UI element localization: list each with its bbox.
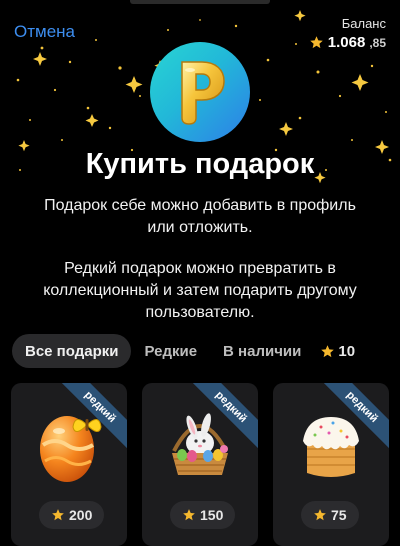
gift-price: 75 <box>301 501 359 529</box>
gift-price-value: 75 <box>331 507 347 523</box>
gift-card-easter-cake[interactable]: редкий 75 <box>273 383 389 546</box>
balloon-p-icon <box>181 61 225 125</box>
top-bar <box>0 0 400 10</box>
gift-price: 200 <box>39 501 105 529</box>
balance-decimal: ,85 <box>369 35 386 50</box>
page-title: Купить подарок <box>85 148 315 180</box>
sheet-handle[interactable] <box>130 0 270 4</box>
gift-filter-tabs: Все подарки Редкие В наличии 10 <box>12 334 355 368</box>
gift-card-easter-egg[interactable]: редкий 200 <box>11 383 127 546</box>
gift-price-value: 150 <box>200 507 224 523</box>
balance-label: Баланс <box>341 16 386 31</box>
gift-card-bunny-basket[interactable]: редкий 150 <box>142 383 258 546</box>
premium-p-logo <box>150 42 250 142</box>
balance-amount: 1.068 <box>327 34 366 51</box>
star-icon <box>321 344 335 357</box>
balance-panel: Баланс 1.068,85 <box>309 16 386 51</box>
easter-egg-icon <box>40 416 102 482</box>
easter-cake-icon <box>303 417 359 477</box>
tab-all-gifts[interactable]: Все подарки <box>12 334 132 368</box>
tab-rare[interactable]: Редкие <box>131 334 210 368</box>
gift-price-value: 200 <box>69 507 93 523</box>
star-icon <box>52 509 64 521</box>
bunny-basket-icon <box>172 413 228 475</box>
tab-stars-count: 10 <box>338 342 356 360</box>
gift-price: 150 <box>170 501 236 529</box>
tab-in-stock[interactable]: В наличии <box>210 334 314 368</box>
star-icon <box>183 509 195 521</box>
cancel-button[interactable]: Отмена <box>14 22 75 42</box>
balance-value: 1.068,85 <box>309 34 386 51</box>
description-rare-gift: Редкий подарок можно превратить в коллек… <box>43 260 357 321</box>
tab-stars-filter[interactable]: 10 <box>320 343 355 360</box>
description-gift-self: Подарок себе можно добавить в профиль ил… <box>44 197 356 236</box>
star-icon <box>310 36 323 49</box>
star-icon <box>314 509 326 521</box>
